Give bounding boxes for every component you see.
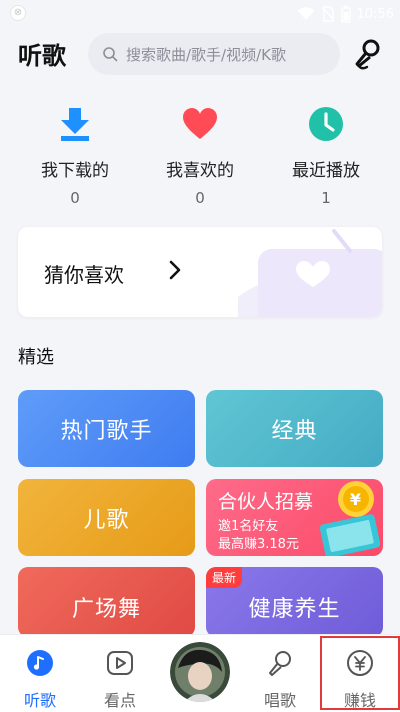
- my-favorites[interactable]: 我喜欢的 0: [137, 106, 263, 207]
- hot-singers-label: 热门歌手: [60, 418, 153, 444]
- status-icons: 10:56: [297, 4, 394, 24]
- my-favorites-count: 0: [195, 189, 205, 207]
- partner-line2: 最高赚3.18元: [218, 537, 299, 552]
- health-tile[interactable]: 最新 健康养生: [206, 567, 383, 637]
- classic-label: 经典: [271, 418, 318, 444]
- clock-icon: [309, 107, 343, 141]
- recently-played-count: 1: [321, 189, 331, 207]
- music-note-icon: [27, 650, 53, 676]
- square-dance-tile[interactable]: 广场舞: [18, 567, 195, 637]
- partner-recruit-banner[interactable]: 合伙人招募 邀1名好友 最高赚3.18元 ¥: [206, 479, 383, 556]
- microphone-icon: [269, 651, 291, 676]
- microphone-icon: [355, 39, 380, 70]
- download-icon: [61, 108, 89, 141]
- my-downloads-count: 0: [70, 189, 80, 207]
- square-dance-label: 广场舞: [71, 597, 141, 622]
- heart-icon: [183, 108, 217, 139]
- nav-listen-label: 听歌: [23, 691, 56, 710]
- nav-watch[interactable]: 看点: [80, 635, 160, 712]
- radio-illustration: [238, 229, 382, 317]
- karaoke-mic-button[interactable]: [350, 36, 386, 72]
- guess-you-like-label: 猜你喜欢: [44, 263, 124, 287]
- recently-played-label: 最近播放: [292, 161, 360, 181]
- search-input[interactable]: 搜索歌曲/歌手/视频/K歌: [88, 33, 340, 75]
- highlight-box: [320, 636, 400, 710]
- coin-phone-illustration: ¥: [319, 481, 381, 556]
- page-title: 听歌: [18, 42, 66, 70]
- wifi-icon: [297, 7, 315, 20]
- nav-sing[interactable]: 唱歌: [240, 635, 320, 712]
- partner-title: 合伙人招募: [218, 491, 314, 513]
- avatar[interactable]: [170, 642, 230, 702]
- nav-sing-label: 唱歌: [263, 691, 296, 710]
- my-favorites-label: 我喜欢的: [166, 161, 234, 181]
- hot-singers-tile[interactable]: 热门歌手: [18, 390, 195, 467]
- health-label: 健康养生: [248, 597, 341, 622]
- nav-listen[interactable]: 听歌: [0, 635, 80, 712]
- no-sim-icon: [322, 6, 335, 22]
- new-badge: 最新: [206, 567, 243, 588]
- status-time: 10:56: [356, 6, 394, 22]
- my-downloads-label: 我下载的: [41, 161, 109, 181]
- section-title: 精选: [18, 347, 54, 368]
- battery-icon: [340, 5, 351, 23]
- status-bar: ⊗ 10:56: [0, 0, 400, 28]
- avatar-image: [170, 642, 230, 702]
- app-notification-icon: ⊗: [10, 5, 26, 21]
- my-downloads[interactable]: 我下载的 0: [12, 106, 138, 207]
- nav-watch-label: 看点: [103, 691, 136, 710]
- recently-played[interactable]: 最近播放 1: [263, 106, 389, 207]
- kids-songs-label: 儿歌: [83, 507, 130, 533]
- kids-songs-tile[interactable]: 儿歌: [18, 479, 195, 556]
- partner-line1: 邀1名好友: [218, 519, 279, 534]
- yuan-symbol: ¥: [350, 490, 362, 509]
- chevron-right-icon: [169, 260, 181, 280]
- search-icon: [103, 47, 118, 62]
- play-video-icon: [107, 651, 133, 675]
- classic-tile[interactable]: 经典: [206, 390, 383, 467]
- search-placeholder: 搜索歌曲/歌手/视频/K歌: [126, 45, 286, 64]
- guess-you-like-card[interactable]: 猜你喜欢: [18, 227, 382, 317]
